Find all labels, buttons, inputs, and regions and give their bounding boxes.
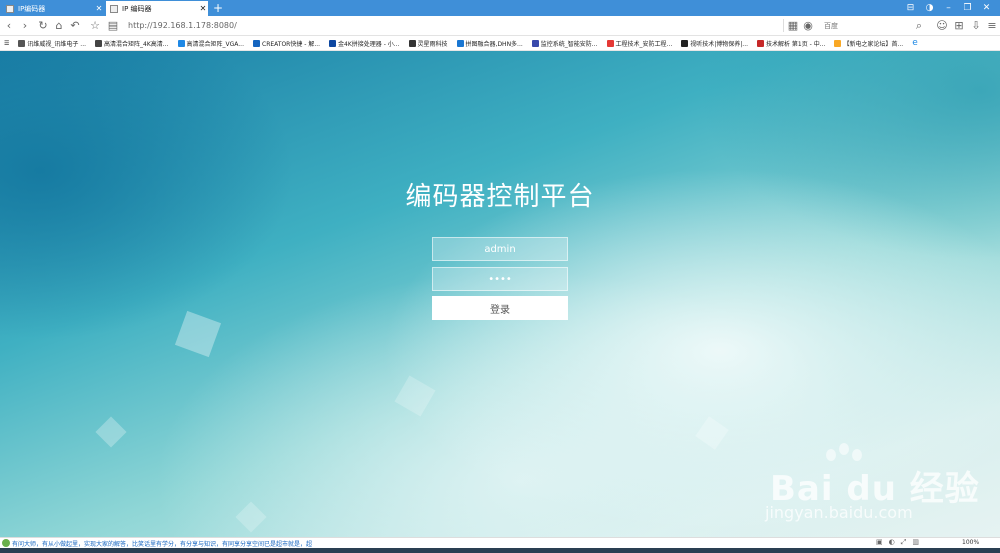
minimize-icon[interactable]: – bbox=[939, 0, 958, 16]
address-bar[interactable]: http://192.168.1.178:8080/ bbox=[128, 18, 778, 33]
bookmark-item[interactable]: 高清混合矩阵_4K高清... bbox=[95, 37, 169, 49]
undo-icon[interactable]: ↶ bbox=[68, 18, 82, 33]
bookmark-icon bbox=[408, 39, 416, 47]
close-tab-icon[interactable]: ✕ bbox=[94, 4, 104, 13]
watermark-url: jingyan.baidu.com bbox=[765, 503, 913, 522]
bookmark-item[interactable]: 监控系统_智能安防... bbox=[531, 37, 598, 49]
bookmarks-menu-icon[interactable]: ☰ bbox=[4, 37, 9, 49]
login-button[interactable]: 登录 bbox=[432, 296, 568, 320]
grid-icon[interactable]: ▦ bbox=[786, 18, 800, 33]
window-controls: ⊟ ◑ – ❐ ✕ bbox=[901, 0, 996, 16]
decor-diamond bbox=[95, 416, 127, 448]
bookmark-item[interactable]: 讯维威视_讯维电子 ... bbox=[18, 37, 86, 49]
back-icon[interactable]: ‹ bbox=[2, 18, 16, 33]
bookmark-item[interactable]: 高清混合矩阵_VGA... bbox=[177, 37, 244, 49]
password-input[interactable] bbox=[432, 267, 568, 291]
bookmark-icon bbox=[681, 39, 689, 47]
bookmark-icon bbox=[329, 39, 337, 47]
bookmark-icon bbox=[95, 39, 103, 47]
menu-icon[interactable]: ≡ bbox=[985, 18, 999, 33]
status-tools[interactable]: ▣◐⤢▥ bbox=[876, 538, 925, 547]
window-menu-icon[interactable]: ⊟ bbox=[901, 0, 920, 16]
divider bbox=[783, 19, 784, 32]
bookmark-item[interactable]: 拼图融合器,DHN多... bbox=[456, 37, 523, 49]
bookmark-item[interactable]: 【新电之家论坛】首... bbox=[834, 37, 903, 49]
bookmark-icon bbox=[177, 39, 185, 47]
tab-title: IP编码器 bbox=[18, 4, 46, 13]
tab-ip-encoder-2[interactable]: IP 编码器 ✕ bbox=[106, 1, 208, 16]
decor-diamond bbox=[174, 310, 222, 358]
user-icon[interactable]: ☺ bbox=[935, 18, 949, 33]
decor-diamond bbox=[695, 416, 729, 450]
bookmark-icon bbox=[531, 39, 539, 47]
bookmark-icon bbox=[834, 39, 842, 47]
skin-icon[interactable]: ◑ bbox=[920, 0, 939, 16]
paw-icon[interactable]: ◉ bbox=[801, 18, 815, 33]
home-icon[interactable]: ⌂ bbox=[52, 18, 66, 33]
navigation-bar: ‹ › ↻ ⌂ ↶ ☆ ▤ http://192.168.1.178:8080/… bbox=[0, 16, 1000, 36]
bookmark-item[interactable]: 灵星雨科技 bbox=[408, 37, 448, 49]
close-tab-icon[interactable]: ✕ bbox=[198, 4, 208, 13]
tab-favicon-icon bbox=[110, 4, 118, 13]
status-icon bbox=[2, 539, 10, 547]
search-icon[interactable]: ⌕ bbox=[912, 18, 926, 33]
bookmark-icon bbox=[456, 39, 464, 47]
bookmark-icon bbox=[253, 39, 260, 47]
bookmark-item[interactable]: CREATOR快捷 - 解... bbox=[253, 37, 320, 49]
reading-icon[interactable]: ▤ bbox=[106, 18, 120, 33]
search-input[interactable] bbox=[822, 18, 921, 34]
favorite-star-icon[interactable]: ☆ bbox=[88, 18, 102, 33]
tab-title: IP 编码器 bbox=[122, 4, 152, 13]
taskbar bbox=[0, 548, 1000, 553]
restore-icon[interactable]: ❐ bbox=[958, 0, 977, 16]
page-title: 编码器控制平台 bbox=[405, 182, 595, 212]
bookmark-item[interactable]: 工程技术_安防工程... bbox=[606, 37, 672, 49]
bookmark-item[interactable]: 金4K拼接处理器 - 小... bbox=[329, 37, 400, 49]
ie-icon[interactable]: e bbox=[912, 37, 918, 49]
bookmark-icon bbox=[606, 39, 614, 47]
title-bar: IP编码器 ✕ IP 编码器 ✕ + ⊟ ◑ – ❐ ✕ bbox=[0, 0, 1000, 16]
decor-diamond bbox=[394, 375, 436, 417]
apps-icon[interactable]: ⊞ bbox=[952, 18, 966, 33]
download-icon[interactable]: ⇩ bbox=[969, 18, 983, 33]
bookmarks-bar: ☰ 讯维威视_讯维电子 ... 高清混合矩阵_4K高清... 高清混合矩阵_VG… bbox=[0, 36, 1000, 51]
refresh-icon[interactable]: ↻ bbox=[36, 18, 50, 33]
tab-ip-encoder-1[interactable]: IP编码器 ✕ bbox=[2, 1, 104, 16]
bookmark-icon bbox=[18, 39, 26, 47]
forward-icon[interactable]: › bbox=[18, 18, 32, 33]
username-input[interactable] bbox=[432, 237, 568, 261]
bookmark-item[interactable]: 视听技术|博物保养|... bbox=[681, 37, 748, 49]
new-tab-button[interactable]: + bbox=[212, 0, 224, 16]
close-window-icon[interactable]: ✕ bbox=[977, 0, 996, 16]
bookmark-icon bbox=[757, 39, 765, 47]
baidu-watermark: Bai du 经验 jingyan.baidu.com bbox=[760, 443, 990, 529]
tab-favicon-icon bbox=[6, 4, 14, 13]
login-page: 编码器控制平台 登录 Bai du 经验 jingyan.baidu.com bbox=[0, 51, 1000, 537]
bookmark-item[interactable]: 技术解析 第1页 - 中... bbox=[757, 37, 825, 49]
zoom-level[interactable]: 100% bbox=[962, 539, 979, 546]
decor-diamond bbox=[235, 501, 267, 533]
status-text[interactable]: 有问大师，有从小做起里，实现大家的解答，比笑话里有学分，有分享与知识，有同享分享… bbox=[12, 539, 332, 548]
